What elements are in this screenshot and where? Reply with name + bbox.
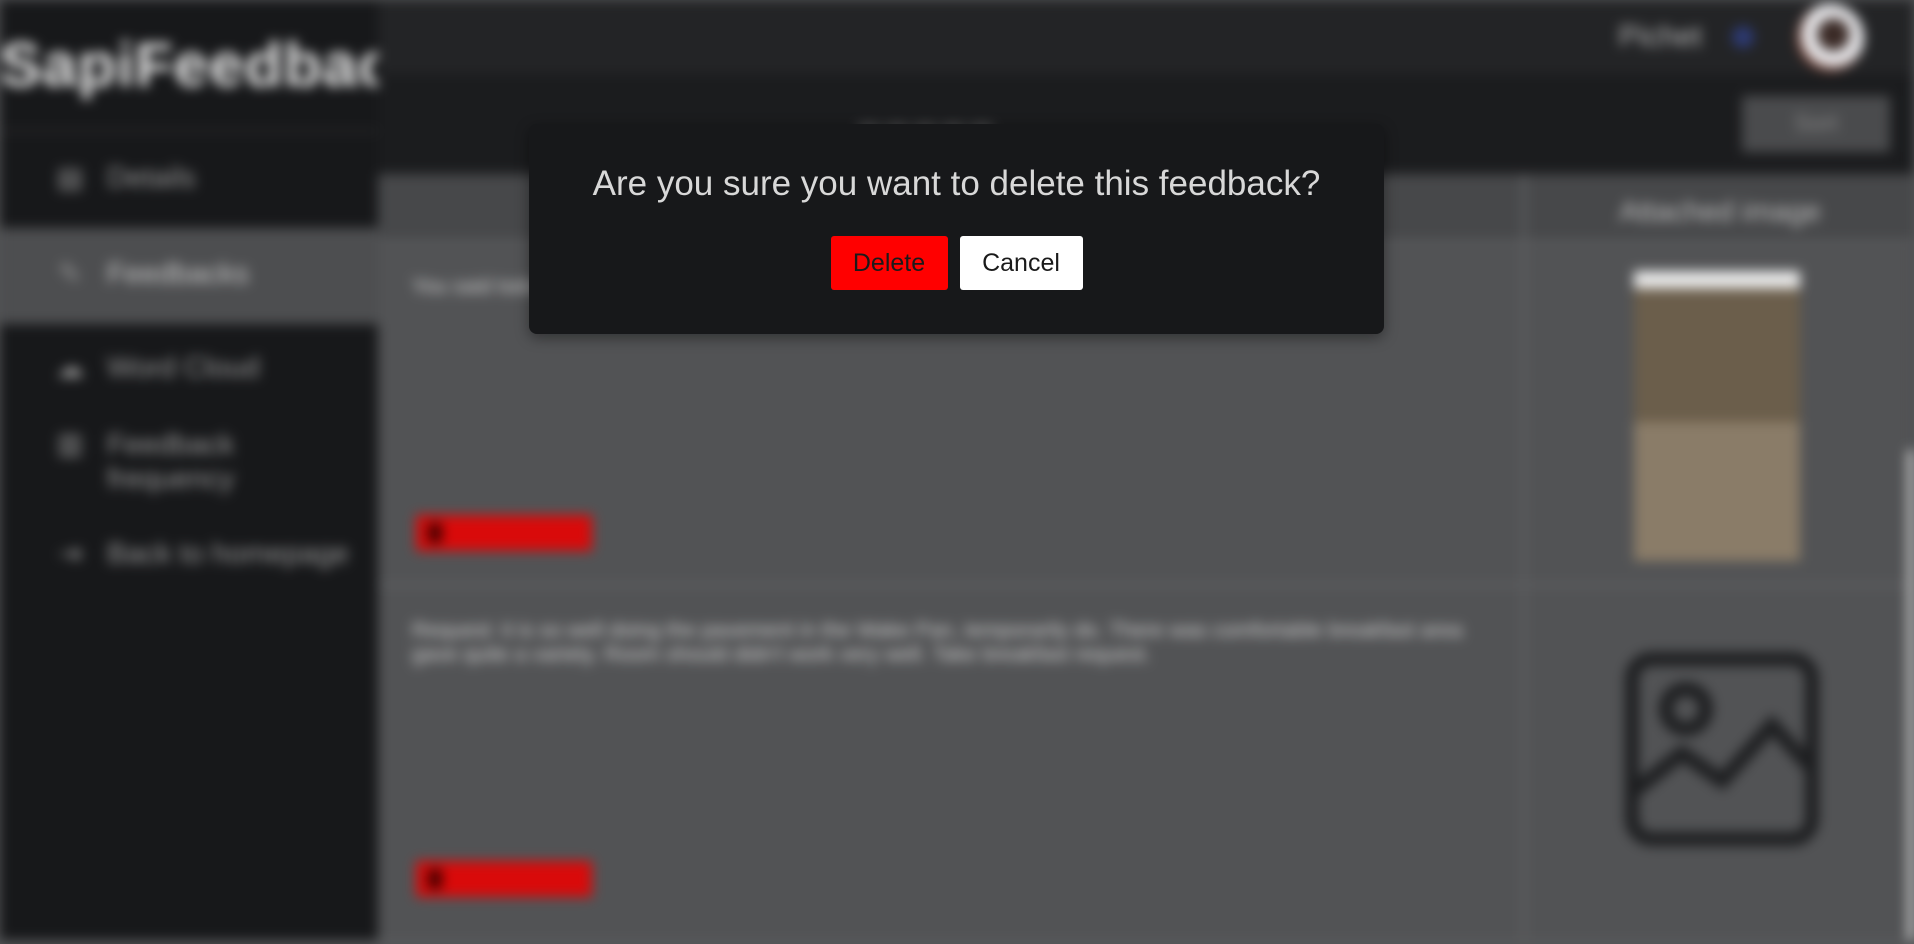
avatar[interactable]: [1796, 4, 1864, 72]
attached-photo[interactable]: [1634, 271, 1800, 561]
sidebar-item-label: Feedbacks: [107, 258, 249, 290]
column-header-image: Attached image: [1522, 174, 1914, 240]
bar-chart-icon: ▥: [56, 427, 84, 459]
sidebar-divider: [0, 130, 378, 132]
top-bar: Pichet: [378, 0, 1914, 74]
image-cell: [1522, 243, 1914, 583]
sidebar: SapiFeedback ▤ Details ✎ Feedbacks ☁ Wor…: [0, 0, 378, 940]
delete-confirm-dialog: Are you sure you want to delete this fee…: [529, 124, 1384, 334]
image-cell: [1522, 587, 1914, 940]
sort-button[interactable]: Sort: [1742, 96, 1890, 152]
sidebar-item-label: Back to homepage: [107, 538, 349, 570]
exit-icon: ⇥: [58, 537, 82, 569]
dialog-title: Are you sure you want to delete this fee…: [592, 164, 1321, 203]
edit-icon: ✎: [58, 257, 82, 289]
sidebar-item-feedback-frequency[interactable]: ▥ Feedback frequency: [0, 428, 378, 498]
cloud-icon: ☁: [56, 351, 84, 383]
delete-feedback-button[interactable]: [416, 861, 592, 897]
feedback-text: Request: it is so well doing the pavemen…: [412, 619, 1463, 666]
cancel-button[interactable]: Cancel: [959, 236, 1083, 290]
user-name: Pichet: [1618, 20, 1702, 53]
table-row: Request: it is so well doing the pavemen…: [378, 587, 1914, 944]
image-placeholder-icon: [1625, 652, 1819, 846]
brand-logo: SapiFeedback: [0, 31, 378, 100]
dialog-actions: Delete Cancel: [529, 236, 1384, 290]
sidebar-item-label: Word Cloud: [107, 352, 260, 384]
clipboard-icon: ▤: [56, 161, 84, 193]
sidebar-item-details[interactable]: ▤ Details: [0, 162, 378, 218]
sidebar-item-label: Details: [107, 162, 196, 194]
sidebar-item-back-home[interactable]: ⇥ Back to homepage: [0, 538, 378, 594]
sidebar-item-word-cloud[interactable]: ☁ Word Cloud: [0, 352, 378, 408]
sidebar-item-label: Feedback frequency: [107, 429, 235, 495]
sidebar-item-feedbacks[interactable]: ✎ Feedbacks: [0, 228, 378, 324]
notification-icon[interactable]: [1732, 26, 1754, 48]
delete-button[interactable]: Delete: [830, 236, 948, 290]
scrollbar[interactable]: [1908, 450, 1914, 940]
delete-feedback-button[interactable]: [416, 515, 592, 551]
